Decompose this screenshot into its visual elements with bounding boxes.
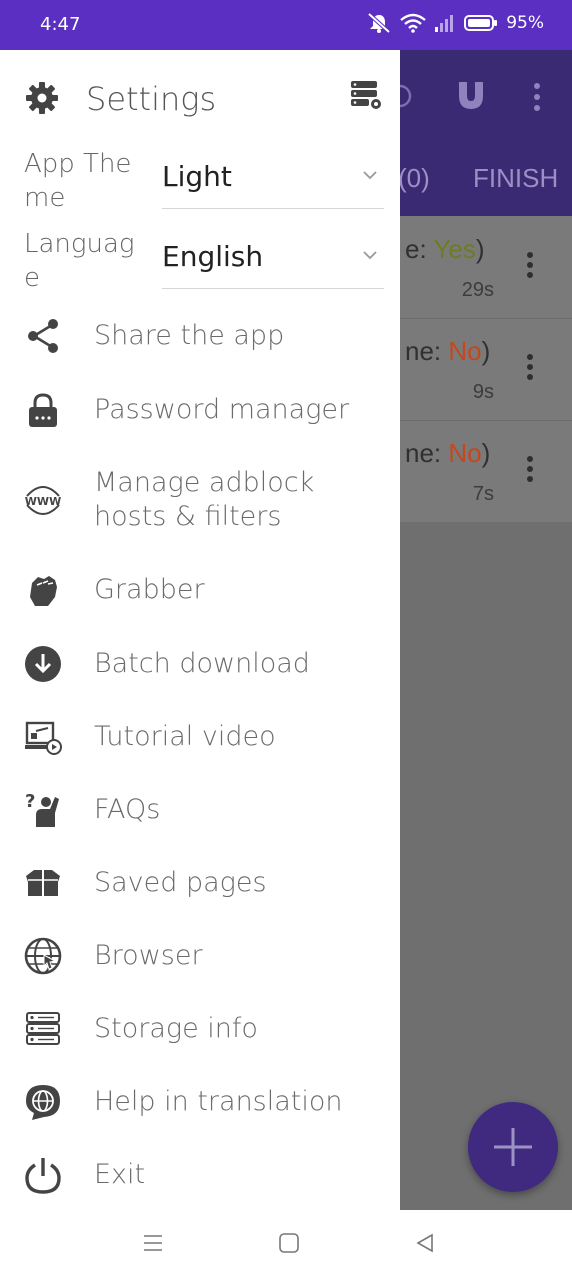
app-theme-pref: App Theme Light [0, 149, 400, 228]
menu-item-storage-info[interactable]: Storage info [0, 993, 400, 1065]
add-fab-button[interactable] [468, 1102, 558, 1192]
menu-item-grabber[interactable]: Grabber [0, 554, 400, 626]
svg-text:?: ? [25, 791, 35, 812]
row-duration: 9s [472, 381, 494, 403]
share-icon [28, 319, 58, 353]
menu-item-label: FAQs [94, 794, 161, 825]
fist-icon [30, 576, 57, 606]
chevron-down-icon [363, 251, 377, 260]
drawer-header: Settings [0, 50, 400, 150]
signal-icon [435, 15, 454, 32]
language-label: Language [24, 229, 135, 293]
row-status: ne: No) [405, 336, 491, 366]
row-menu-icon[interactable] [526, 354, 534, 384]
gear-icon [26, 82, 58, 114]
language-pref: Language English [0, 229, 400, 308]
database-settings-icon[interactable] [350, 78, 382, 110]
menu-item-label: Grabber [94, 574, 205, 605]
menu-item-adblock[interactable]: WWW Manage adblock hosts & filters [0, 450, 400, 550]
menu-item-faqs[interactable]: ? FAQs [0, 774, 400, 846]
row-duration: 7s [472, 483, 494, 505]
storage-icon [26, 1012, 60, 1045]
faq-icon: ? [25, 791, 59, 827]
menu-item-label: Storage info [94, 1013, 258, 1044]
row-duration: 29s [461, 279, 494, 301]
menu-item-label: Exit [94, 1159, 146, 1190]
menu-item-browser[interactable]: Browser [0, 920, 400, 992]
lock-icon [29, 393, 57, 427]
www-icon: WWW [25, 486, 61, 515]
language-dropdown[interactable]: English [162, 232, 384, 289]
row-status: ne: No) [405, 438, 491, 468]
tab-partial-count[interactable]: (0) [398, 163, 430, 194]
menu-item-saved-pages[interactable]: Saved pages [0, 847, 400, 919]
power-icon [25, 1158, 61, 1194]
recents-icon[interactable] [142, 1232, 164, 1254]
menu-item-help-translation[interactable]: Help in translation [0, 1066, 400, 1138]
globe-icon [24, 937, 62, 975]
wifi-icon [400, 13, 426, 33]
battery-icon [464, 15, 498, 31]
menu-item-label: Browser [94, 940, 203, 971]
battery-percent: 95% [506, 13, 544, 33]
status-bar: 4:47 95% [0, 0, 572, 50]
translate-icon [26, 1085, 60, 1120]
menu-item-label: Saved pages [94, 867, 267, 898]
back-icon[interactable] [414, 1232, 436, 1254]
menu-item-label: Password manager [94, 394, 350, 425]
app-theme-value: Light [162, 160, 232, 193]
menu-item-label: Tutorial video [94, 721, 276, 752]
svg-text:WWW: WWW [25, 495, 61, 508]
system-nav-bar [0, 1210, 572, 1280]
plus-icon [494, 1128, 532, 1166]
drawer-title: Settings [86, 80, 217, 118]
home-icon[interactable] [278, 1232, 300, 1254]
status-time: 4:47 [40, 14, 81, 35]
menu-item-batch-download[interactable]: Batch download [0, 628, 400, 700]
menu-item-label: Share the app [94, 320, 285, 351]
language-value: English [162, 240, 264, 273]
settings-drawer: Settings App Theme Light Language Englis… [0, 50, 400, 1210]
box-icon [26, 870, 60, 896]
magnet-icon[interactable] [456, 80, 486, 112]
row-menu-icon[interactable] [526, 456, 534, 486]
app-theme-label: App Theme [24, 149, 132, 213]
menu-item-label: Help in translation [94, 1086, 343, 1117]
overflow-menu-icon[interactable] [532, 82, 542, 112]
row-status: e: Yes) [405, 234, 485, 264]
chevron-down-icon [363, 171, 377, 180]
tab-finished[interactable]: FINISH [473, 163, 558, 194]
menu-item-label: Batch download [94, 648, 310, 679]
menu-item-exit[interactable]: Exit [0, 1139, 400, 1211]
menu-item-password-manager[interactable]: Password manager [0, 374, 400, 446]
download-circle-icon [25, 646, 61, 682]
row-menu-icon[interactable] [526, 252, 534, 282]
menu-item-share[interactable]: Share the app [0, 300, 400, 372]
video-tutorial-icon [25, 721, 62, 755]
menu-item-label: Manage adblock hosts & filters [94, 467, 315, 532]
mute-icon [367, 12, 391, 34]
menu-item-tutorial-video[interactable]: Tutorial video [0, 701, 400, 773]
app-theme-dropdown[interactable]: Light [162, 152, 384, 209]
